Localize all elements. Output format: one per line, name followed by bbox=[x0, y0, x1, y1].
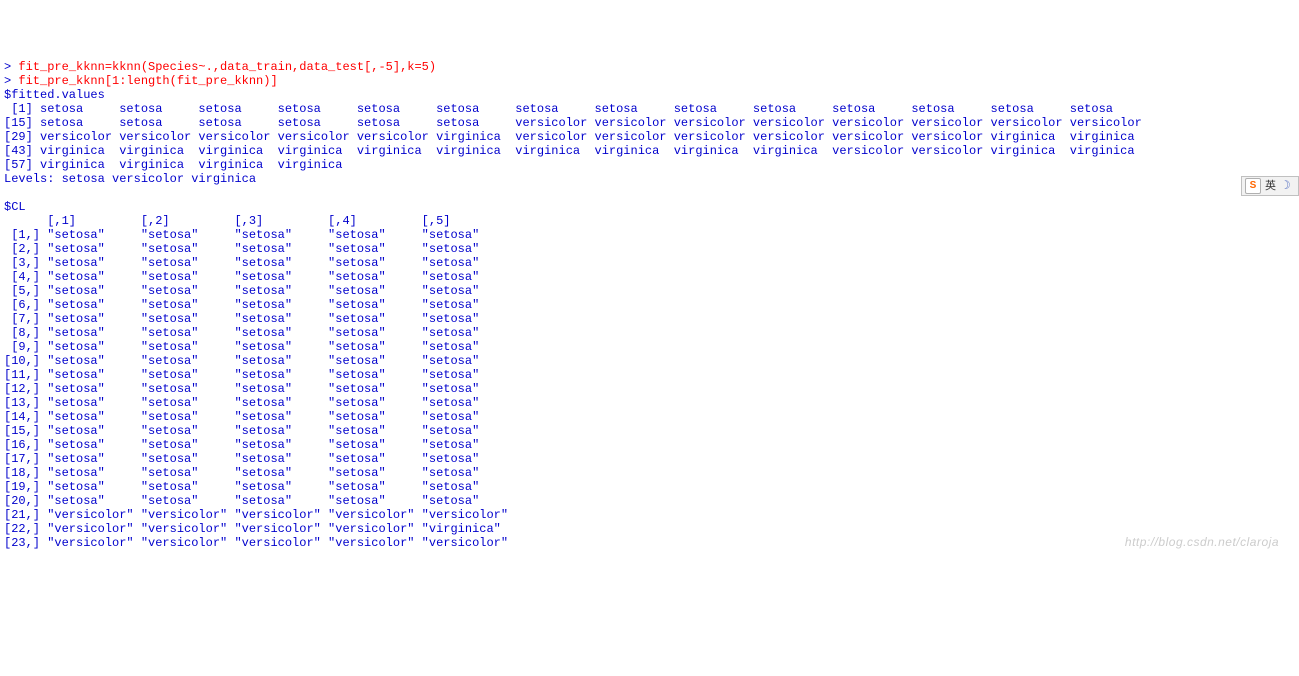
cl-row: [14,] "setosa" "setosa" "setosa" "setosa… bbox=[4, 410, 479, 424]
cl-row: [22,] "versicolor" "versicolor" "versico… bbox=[4, 522, 501, 536]
cl-col-header: [,1] [,2] [,3] [,4] [,5] bbox=[4, 214, 450, 228]
cl-row: [5,] "setosa" "setosa" "setosa" "setosa"… bbox=[4, 284, 479, 298]
console-command: fit_pre_kknn[1:length(fit_pre_kknn)] bbox=[18, 74, 277, 88]
ime-language-label[interactable]: 英 bbox=[1265, 179, 1276, 193]
cl-row: [6,] "setosa" "setosa" "setosa" "setosa"… bbox=[4, 298, 479, 312]
fitted-row: [57] virginica virginica virginica virgi… bbox=[4, 158, 342, 172]
cl-row: [19,] "setosa" "setosa" "setosa" "setosa… bbox=[4, 480, 479, 494]
fitted-row: [43] virginica virginica virginica virgi… bbox=[4, 144, 1135, 158]
fitted-row: [29] versicolor versicolor versicolor ve… bbox=[4, 130, 1135, 144]
cl-row: [13,] "setosa" "setosa" "setosa" "setosa… bbox=[4, 396, 479, 410]
moon-icon: ☽ bbox=[1280, 179, 1291, 193]
levels-line: Levels: setosa versicolor virginica bbox=[4, 172, 256, 186]
console-command: fit_pre_kknn=kknn(Species~.,data_train,d… bbox=[18, 60, 436, 74]
cl-row: [15,] "setosa" "setosa" "setosa" "setosa… bbox=[4, 424, 479, 438]
cl-row: [18,] "setosa" "setosa" "setosa" "setosa… bbox=[4, 466, 479, 480]
cl-header: $CL bbox=[4, 200, 26, 214]
fitted-row: [15] setosa setosa setosa setosa setosa … bbox=[4, 116, 1142, 130]
console-prompt[interactable]: > bbox=[4, 74, 18, 88]
cl-row: [10,] "setosa" "setosa" "setosa" "setosa… bbox=[4, 354, 479, 368]
cl-row: [11,] "setosa" "setosa" "setosa" "setosa… bbox=[4, 368, 479, 382]
cl-row: [20,] "setosa" "setosa" "setosa" "setosa… bbox=[4, 494, 479, 508]
cl-row: [21,] "versicolor" "versicolor" "versico… bbox=[4, 508, 508, 522]
cl-row: [4,] "setosa" "setosa" "setosa" "setosa"… bbox=[4, 270, 479, 284]
r-console-output: > fit_pre_kknn=kknn(Species~.,data_train… bbox=[4, 60, 1295, 550]
cl-row: [12,] "setosa" "setosa" "setosa" "setosa… bbox=[4, 382, 479, 396]
watermark-text: http://blog.csdn.net/claroja bbox=[1125, 535, 1279, 549]
fitted-row: [1] setosa setosa setosa setosa setosa s… bbox=[4, 102, 1113, 116]
ime-logo-icon: S bbox=[1245, 178, 1261, 194]
cl-row: [1,] "setosa" "setosa" "setosa" "setosa"… bbox=[4, 228, 479, 242]
fitted-header: $fitted.values bbox=[4, 88, 105, 102]
cl-row: [8,] "setosa" "setosa" "setosa" "setosa"… bbox=[4, 326, 479, 340]
ime-toolbar[interactable]: S 英 ☽ bbox=[1241, 176, 1299, 196]
cl-row: [23,] "versicolor" "versicolor" "versico… bbox=[4, 536, 508, 550]
cl-row: [16,] "setosa" "setosa" "setosa" "setosa… bbox=[4, 438, 479, 452]
cl-row: [9,] "setosa" "setosa" "setosa" "setosa"… bbox=[4, 340, 479, 354]
cl-row: [17,] "setosa" "setosa" "setosa" "setosa… bbox=[4, 452, 479, 466]
cl-row: [2,] "setosa" "setosa" "setosa" "setosa"… bbox=[4, 242, 479, 256]
console-prompt[interactable]: > bbox=[4, 60, 18, 74]
cl-row: [7,] "setosa" "setosa" "setosa" "setosa"… bbox=[4, 312, 479, 326]
cl-row: [3,] "setosa" "setosa" "setosa" "setosa"… bbox=[4, 256, 479, 270]
